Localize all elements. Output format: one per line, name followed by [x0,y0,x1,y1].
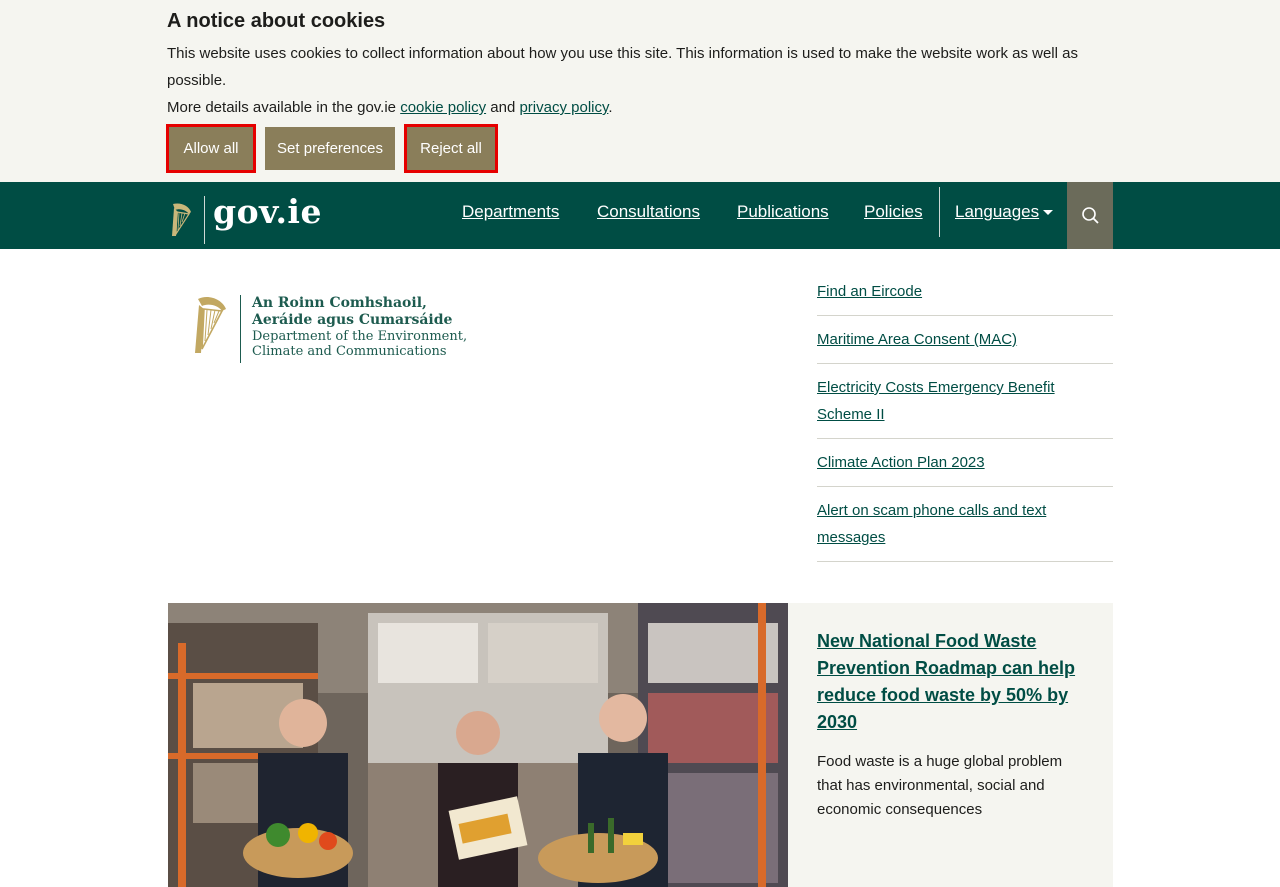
nav-divider [939,187,940,237]
site-header: gov.ie Departments Consultations Publica… [0,182,1280,249]
department-name-irish-2: Aeráide agus Cumarsáide [252,312,453,328]
department-name-irish-1: An Roinn Comhshaoil, [252,295,427,311]
nav-publications[interactable]: Publications [737,202,829,222]
search-button[interactable] [1067,182,1113,249]
department-logo: An Roinn Comhshaoil, Aeráide agus Cumars… [190,293,467,365]
allow-all-button[interactable]: Allow all [166,124,256,173]
department-name-english-2: Climate and Communications [252,344,447,359]
feature-image[interactable] [168,603,788,887]
nav-policies[interactable]: Policies [864,202,923,222]
quick-link-electricity-costs-scheme[interactable]: Electricity Costs Emergency Benefit Sche… [817,374,1113,428]
privacy-policy-link[interactable]: privacy policy [519,99,608,116]
harp-icon [172,203,191,237]
feature-title-link[interactable]: New National Food Waste Prevention Roadm… [817,628,1087,736]
quick-link-scam-alert[interactable]: Alert on scam phone calls and text messa… [817,497,1113,551]
list-item: Maritime Area Consent (MAC) [817,316,1113,364]
cookie-banner-text: This website uses cookies to collect inf… [167,45,1078,89]
more-details-suffix: . [608,99,613,116]
quick-link-climate-action-plan[interactable]: Climate Action Plan 2023 [817,449,1113,476]
harp-emblem-icon [195,297,226,353]
list-item: Find an Eircode [817,268,1113,316]
languages-label: Languages [955,202,1040,221]
cookie-policy-link[interactable]: cookie policy [400,99,486,116]
gov-ie-logo-text: gov.ie [213,192,322,231]
department-logo-divider [240,295,241,363]
quick-link-maritime-area-consent[interactable]: Maritime Area Consent (MAC) [817,326,1113,353]
nav-departments[interactable]: Departments [462,202,559,222]
feature-description: Food waste is a huge global problem that… [817,753,1063,818]
reject-all-button[interactable]: Reject all [404,124,498,173]
warehouse-photo [168,603,788,887]
list-item: Climate Action Plan 2023 [817,439,1113,487]
logo-divider [204,196,205,244]
and-text: and [486,99,520,116]
caret-down-icon [1043,210,1054,216]
search-icon [1082,207,1099,224]
set-preferences-button[interactable]: Set preferences [265,127,395,170]
cookie-banner: A notice about cookies This website uses… [0,0,1280,182]
more-details-prefix: More details available in the gov.ie [167,99,401,116]
nav-consultations[interactable]: Consultations [597,202,700,222]
gov-ie-home-link[interactable]: gov.ie [167,188,321,244]
department-name-english-1: Department of the Environment, [252,329,468,344]
list-item: Alert on scam phone calls and text messa… [817,487,1113,562]
cookie-banner-more-details: More details available in the gov.ie coo… [167,94,613,121]
languages-dropdown[interactable]: Languages [955,202,1054,222]
quick-link-find-eircode[interactable]: Find an Eircode [817,278,1113,305]
feature-card: New National Food Waste Prevention Roadm… [788,603,1113,887]
cookie-banner-title: A notice about cookies [167,10,386,32]
quick-links-list: Find an Eircode Maritime Area Consent (M… [817,268,1113,562]
list-item: Electricity Costs Emergency Benefit Sche… [817,364,1113,439]
